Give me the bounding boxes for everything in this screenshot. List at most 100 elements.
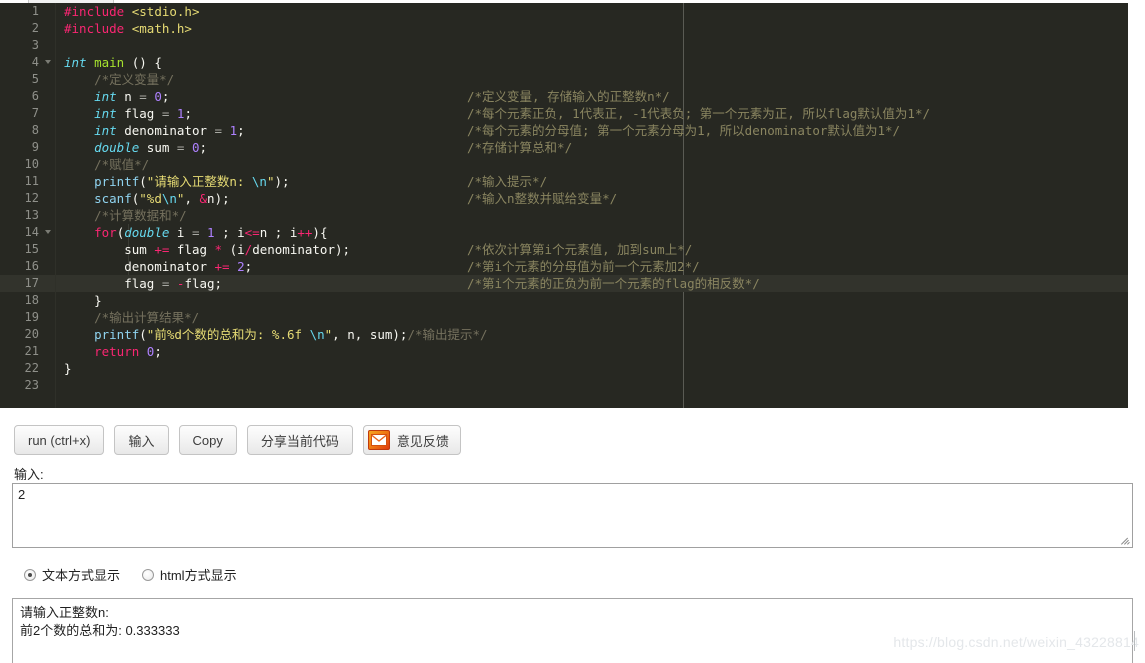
program-output-panel[interactable]: 请输入正整数n: 前2个数的总和为: 0.333333 — [12, 598, 1133, 663]
code-line[interactable]: int n = 0;/*定义变量, 存储输入的正整数n*/ — [56, 88, 1128, 105]
code-line[interactable]: printf("请输入正整数n: \n");/*输入提示*/ — [56, 173, 1128, 190]
output-line: 请输入正整数n: — [20, 605, 109, 620]
code-line[interactable]: /*输出计算结果*/ — [56, 309, 1128, 326]
line-number: 7 — [31, 106, 39, 120]
line-number: 12 — [24, 191, 39, 205]
display-mode-group: 文本方式显示 html方式显示 — [24, 565, 259, 584]
radio-html-mode-label: html方式显示 — [160, 568, 237, 583]
code-line[interactable]: #include <math.h> — [56, 20, 1128, 37]
action-toolbar: run (ctrl+x) 输入 Copy 分享当前代码 意见反馈 — [14, 425, 461, 455]
input-button[interactable]: 输入 — [114, 425, 169, 455]
code-line[interactable] — [56, 37, 1128, 54]
token-keyword: int — [94, 106, 117, 121]
code-editor[interactable]: 1 2 3 4 5 6 7 8 9 10 11 12 13 14 15 16 1… — [0, 3, 1128, 408]
line-number: 9 — [31, 140, 39, 154]
code-line[interactable] — [56, 377, 1128, 394]
line-number: 14 — [0, 224, 55, 241]
line-number: 6 — [31, 89, 39, 103]
feedback-button[interactable]: 意见反馈 — [362, 425, 461, 455]
radio-html-mode[interactable]: html方式显示 — [142, 565, 237, 584]
token-comment: /*输出提示*/ — [407, 327, 488, 342]
trailing-comment: /*定义变量, 存储输入的正整数n*/ — [467, 89, 670, 104]
trailing-comment: /*第i个元素的分母值为前一个元素加2*/ — [467, 259, 700, 274]
trailing-comment: /*输入提示*/ — [467, 174, 548, 189]
token-preprocessor: #include — [64, 21, 125, 36]
trailing-comment: /*输入n整数并赋给变量*/ — [467, 191, 618, 206]
stdin-input[interactable] — [12, 483, 1133, 548]
code-line-active[interactable]: flag = -flag;/*第i个元素的正负为前一个元素的flag的相反数*/ — [56, 275, 1128, 292]
trailing-comment: /*存储计算总和*/ — [467, 140, 573, 155]
token-comment: /*计算数据和*/ — [64, 208, 187, 223]
line-number: 8 — [31, 123, 39, 137]
radio-selected-icon — [24, 568, 36, 581]
code-line[interactable]: scanf("%d\n", &n);/*输入n整数并赋给变量*/ — [56, 190, 1128, 207]
radio-text-mode-label: 文本方式显示 — [42, 568, 121, 583]
code-line[interactable]: } — [56, 292, 1128, 309]
token-function-call: scanf — [94, 191, 132, 206]
code-line[interactable]: /*赋值*/ — [56, 156, 1128, 173]
blog-watermark: https://blog.csdn.net/weixin_43228814 — [893, 634, 1139, 650]
code-line[interactable]: for(double i = 1 ; i<=n ; i++){ — [56, 224, 1128, 241]
line-number: 19 — [24, 310, 39, 324]
token-comment: /*定义变量*/ — [64, 72, 175, 87]
trailing-comment: /*每个元素的分母值; 第一个元素分母为1, 所以denominator默认值为… — [467, 123, 901, 138]
share-code-button[interactable]: 分享当前代码 — [246, 425, 353, 455]
input-section-label: 输入: — [14, 467, 44, 482]
line-number: 22 — [24, 361, 39, 375]
line-number: 18 — [24, 293, 39, 307]
token-function-call: printf — [94, 174, 140, 189]
token-header: <math.h> — [131, 21, 192, 36]
trailing-comment: /*第i个元素的正负为前一个元素的flag的相反数*/ — [467, 276, 760, 291]
code-line[interactable]: sum += flag * (i/denominator);/*依次计算第i个元… — [56, 241, 1128, 258]
token-string: "%d — [139, 191, 162, 206]
code-line[interactable]: /*计算数据和*/ — [56, 207, 1128, 224]
run-button[interactable]: run (ctrl+x) — [14, 425, 105, 455]
code-line[interactable]: int flag = 1;/*每个元素正负, 1代表正, -1代表负; 第一个元… — [56, 105, 1128, 122]
token-string: "前%d个数的总和为: %.6f — [146, 327, 310, 342]
copy-button[interactable]: Copy — [178, 425, 237, 455]
code-line[interactable]: int denominator = 1;/*每个元素的分母值; 第一个元素分母为… — [56, 122, 1128, 139]
code-line[interactable]: } — [56, 360, 1128, 377]
line-number: 21 — [24, 344, 39, 358]
line-number: 13 — [24, 208, 39, 222]
editor-gutter: 1 2 3 4 5 6 7 8 9 10 11 12 13 14 15 16 1… — [0, 3, 55, 408]
token-keyword: for — [94, 225, 117, 240]
token-keyword: return — [94, 344, 140, 359]
line-number: 23 — [24, 378, 39, 392]
token-header: <stdio.h> — [131, 4, 200, 19]
token-function: main — [94, 55, 125, 70]
token-keyword: int — [64, 55, 87, 70]
token-string: "请输入正整数n: — [146, 174, 252, 189]
line-number: 5 — [31, 72, 39, 86]
radio-unselected-icon — [142, 568, 155, 581]
trailing-comment: /*每个元素正负, 1代表正, -1代表负; 第一个元素为正, 所以flag默认… — [467, 106, 931, 121]
fold-arrow-icon[interactable] — [45, 60, 51, 64]
token-keyword: int — [94, 123, 117, 138]
code-line[interactable]: denominator += 2;/*第i个元素的分母值为前一个元素加2*/ — [56, 258, 1128, 275]
fold-arrow-icon[interactable] — [45, 230, 51, 234]
line-number: 1 — [31, 4, 39, 18]
token-comment: /*输出计算结果*/ — [64, 310, 200, 325]
line-number: 2 — [31, 21, 39, 35]
trailing-comment: /*依次计算第i个元素值, 加到sum上*/ — [467, 242, 693, 257]
code-line[interactable]: double sum = 0;/*存储计算总和*/ — [56, 139, 1128, 156]
line-number: 16 — [24, 259, 39, 273]
line-number: 11 — [24, 174, 39, 188]
radio-text-mode[interactable]: 文本方式显示 — [24, 565, 120, 584]
watermark-caret — [1134, 631, 1135, 651]
code-line[interactable]: return 0; — [56, 343, 1128, 360]
code-content[interactable]: #include <stdio.h> #include <math.h> int… — [56, 3, 1128, 408]
line-number: 20 — [24, 327, 39, 341]
code-line[interactable]: printf("前%d个数的总和为: %.6f \n", n, sum);/*输… — [56, 326, 1128, 343]
token-keyword: double — [94, 140, 140, 155]
line-number: 15 — [24, 242, 39, 256]
line-number: 4 — [0, 54, 55, 71]
token-keyword: double — [124, 225, 170, 240]
mail-envelope-icon — [367, 430, 390, 450]
token-function-call: printf — [94, 327, 140, 342]
code-line[interactable]: int main () { — [56, 54, 1128, 71]
code-line[interactable]: /*定义变量*/ — [56, 71, 1128, 88]
code-line[interactable]: #include <stdio.h> — [56, 3, 1128, 20]
line-number: 3 — [31, 38, 39, 52]
feedback-label: 意见反馈 — [396, 433, 449, 449]
